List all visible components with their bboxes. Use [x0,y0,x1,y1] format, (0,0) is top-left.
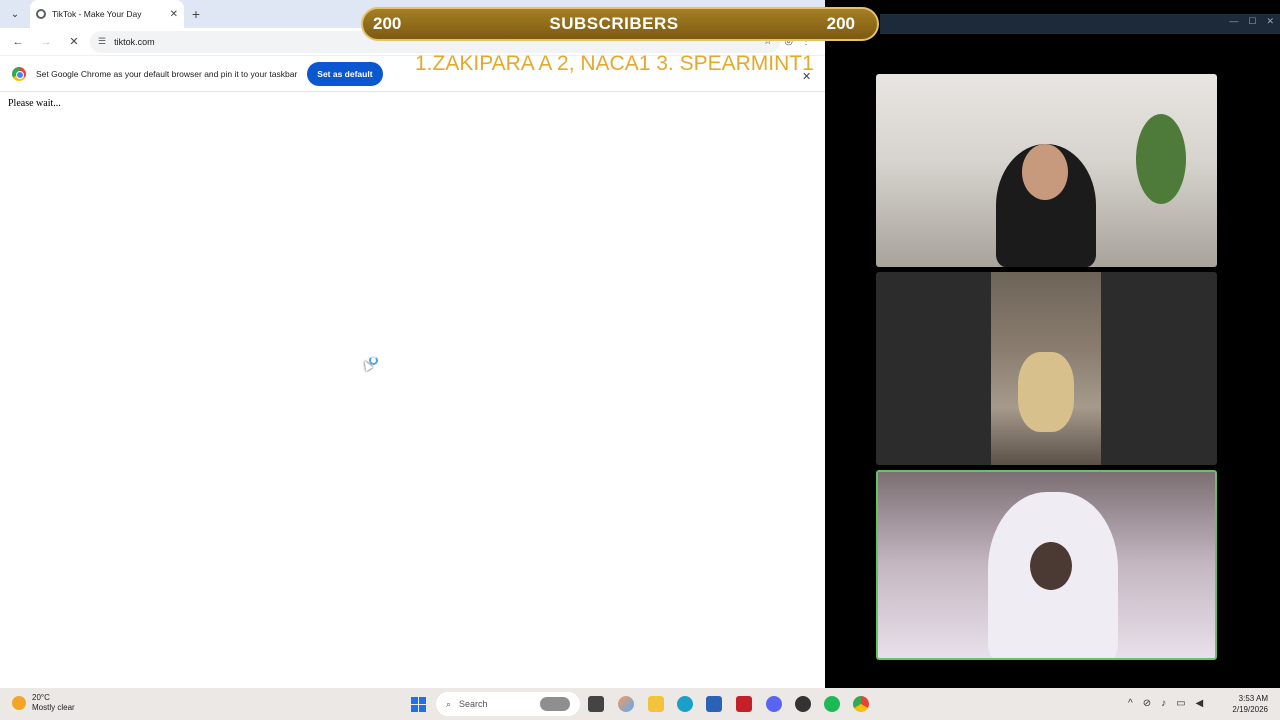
chrome-icon[interactable] [853,696,869,712]
edge-icon[interactable] [677,696,693,712]
obs-icon[interactable] [795,696,811,712]
weather-condition: Mostly clear [32,703,75,712]
copilot-icon[interactable] [618,696,634,712]
task-view-icon[interactable] [588,696,604,712]
stop-icon[interactable]: ✕ [62,30,86,54]
subscribers-label: SUBSCRIBERS [549,14,679,33]
time: 3:53 AM [1238,694,1268,703]
tune-icon[interactable]: ☰ [98,36,106,47]
subscriber-count-right: 200 [826,14,855,33]
search-icon: ⌕ [446,698,452,709]
volume-icon[interactable]: ◀ [1196,698,1204,709]
minimize-icon[interactable]: — [1229,16,1238,27]
taskbar-search[interactable]: ⌕ Search [436,692,580,716]
tab-tiktok[interactable]: TikTok - Make Your Day ✕ [30,0,184,28]
leaderboard-ticker: 1.ZAKIPARA A 2, NACA1 3. SPEARMINT1 [415,52,814,75]
store-icon[interactable] [706,696,722,712]
streamer-head [1022,144,1068,200]
loading-text: Please wait... [8,98,61,109]
search-placeholder: Search [459,699,488,709]
subscriber-count-left: 200 [373,14,402,33]
start-icon[interactable] [411,697,426,712]
loading-icon [36,9,46,19]
plant [1136,114,1186,204]
system-tray: ^ ⊘ ♪ ▭ ◀ [1128,698,1203,709]
spotify-icon[interactable] [824,696,840,712]
discord-icon[interactable] [766,696,782,712]
chrome-window: ⌄ TikTok - Make Your Day ✕ + ← → ✕ ☰ tik… [0,0,825,688]
clock[interactable]: 3:53 AM 2/19/2026 [1232,693,1268,715]
set-as-default-button[interactable]: Set as default [307,61,383,86]
webcam-feed-2 [876,272,1217,465]
adobe-icon[interactable] [736,696,752,712]
chevron-down-icon[interactable]: ⌄ [0,0,30,28]
search-highlight-image [540,697,570,711]
screen: ⌄ TikTok - Make Your Day ✕ + ← → ✕ ☰ tik… [0,0,1280,720]
microphone-icon[interactable]: ♪ [1161,698,1166,709]
weather-icon [12,696,26,710]
tab-title: TikTok - Make Your Day [52,9,142,19]
close-window-icon[interactable]: ✕ [1266,16,1274,27]
window-titlebar [880,14,1280,34]
infobar-message: Set Google Chrome as your default browse… [36,68,298,79]
file-explorer-icon[interactable] [648,696,664,712]
back-arrow-icon[interactable]: ← [6,30,30,54]
guest-face [1030,542,1072,590]
chrome-logo-icon [12,66,26,81]
webcam-feed-3 [876,470,1217,660]
chevron-up-icon[interactable]: ^ [1128,698,1133,709]
guest-person [1018,352,1074,432]
weather-widget[interactable]: 20°C Mostly clear [12,693,75,713]
network-off-icon[interactable]: ⊘ [1143,698,1151,709]
display-icon[interactable]: ▭ [1176,698,1185,709]
webcam-feed-1 [876,74,1217,267]
page-content: Please wait... [0,92,825,684]
subscriber-banner: 200 SUBSCRIBERS 200 [361,7,879,41]
busy-spinner-icon [369,356,378,365]
window-controls: — ☐ ✕ [1229,16,1274,27]
maximize-icon[interactable]: ☐ [1248,16,1256,27]
taskbar: 20°C Mostly clear ⌕ Search ^ ⊘ ♪ ▭ ◀ 3:5… [0,688,1280,720]
temperature: 20°C [32,693,50,702]
date: 2/19/2026 [1232,705,1268,714]
close-tab-icon[interactable]: ✕ [170,9,178,20]
forward-arrow-icon[interactable]: → [34,30,58,54]
new-tab-icon[interactable]: + [184,6,208,22]
